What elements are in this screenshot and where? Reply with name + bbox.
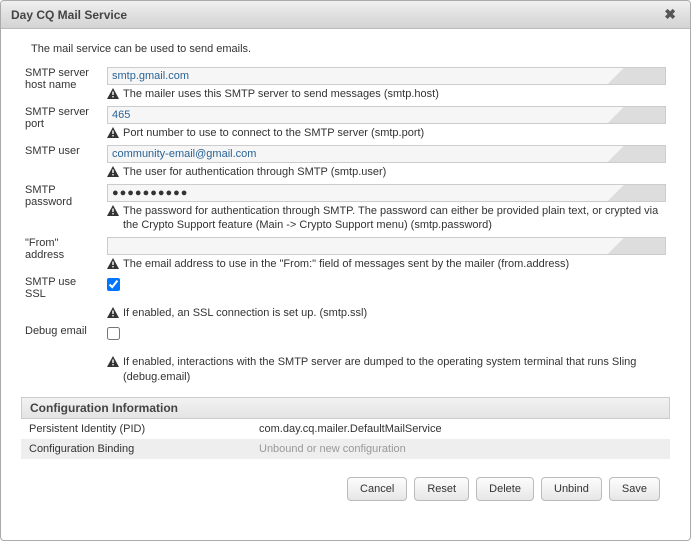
reset-button[interactable]: Reset [414, 477, 469, 501]
pid-label: Persistent Identity (PID) [21, 419, 251, 439]
checkbox-smtp-ssl[interactable] [107, 278, 120, 291]
hint-smtp-host: The mailer uses this SMTP server to send… [107, 87, 666, 102]
dialog-body: The mail service can be used to send ema… [1, 29, 690, 531]
hint-text: The user for authentication through SMTP… [123, 165, 386, 180]
warning-icon [107, 307, 119, 318]
hint-smtp-user: The user for authentication through SMTP… [107, 165, 666, 180]
warning-icon [107, 166, 119, 177]
label-smtp-password: SMTP password [21, 182, 103, 236]
hint-smtp-ssl: If enabled, an SSL connection is set up.… [107, 306, 666, 321]
warning-icon [107, 356, 119, 367]
warning-icon [107, 205, 119, 216]
hint-text: The mailer uses this SMTP server to send… [123, 87, 439, 102]
dialog-title: Day CQ Mail Service [11, 8, 127, 22]
warning-icon [107, 127, 119, 138]
label-debug-email: Debug email [21, 323, 103, 387]
hint-smtp-port: Port number to use to connect to the SMT… [107, 126, 666, 141]
input-smtp-password[interactable] [107, 184, 666, 202]
hint-text: If enabled, an SSL connection is set up.… [123, 306, 367, 321]
warning-icon [107, 88, 119, 99]
binding-value: Unbound or new configuration [251, 439, 670, 459]
hint-text: The email address to use in the "From:" … [123, 257, 569, 272]
input-smtp-host[interactable] [107, 67, 666, 85]
label-smtp-host: SMTP server host name [21, 65, 103, 104]
label-from-address: "From" address [21, 235, 103, 274]
label-smtp-port: SMTP server port [21, 104, 103, 143]
hint-from-address: The email address to use in the "From:" … [107, 257, 666, 272]
pid-value: com.day.cq.mailer.DefaultMailService [251, 419, 670, 439]
binding-label: Configuration Binding [21, 439, 251, 459]
input-smtp-port[interactable] [107, 106, 666, 124]
hint-text: Port number to use to connect to the SMT… [123, 126, 424, 141]
save-button[interactable]: Save [609, 477, 660, 501]
config-info-header: Configuration Information [21, 397, 670, 419]
close-icon[interactable]: ✖ [660, 6, 680, 23]
label-smtp-user: SMTP user [21, 143, 103, 182]
warning-icon [107, 258, 119, 269]
config-form: SMTP server host name The mailer uses th… [21, 65, 670, 387]
button-bar: Cancel Reset Delete Unbind Save [21, 477, 670, 501]
config-dialog: Day CQ Mail Service ✖ The mail service c… [0, 0, 691, 541]
label-smtp-ssl: SMTP use SSL [21, 274, 103, 323]
input-smtp-user[interactable] [107, 145, 666, 163]
hint-text: If enabled, interactions with the SMTP s… [123, 355, 666, 385]
unbind-button[interactable]: Unbind [541, 477, 602, 501]
delete-button[interactable]: Delete [476, 477, 534, 501]
dialog-description: The mail service can be used to send ema… [31, 43, 670, 55]
cancel-button[interactable]: Cancel [347, 477, 407, 501]
config-info-table: Persistent Identity (PID) com.day.cq.mai… [21, 419, 670, 459]
dialog-titlebar: Day CQ Mail Service ✖ [1, 1, 690, 29]
hint-debug-email: If enabled, interactions with the SMTP s… [107, 355, 666, 385]
hint-smtp-password: The password for authentication through … [107, 204, 666, 234]
input-from-address[interactable] [107, 237, 666, 255]
checkbox-debug-email[interactable] [107, 327, 120, 340]
hint-text: The password for authentication through … [123, 204, 666, 234]
